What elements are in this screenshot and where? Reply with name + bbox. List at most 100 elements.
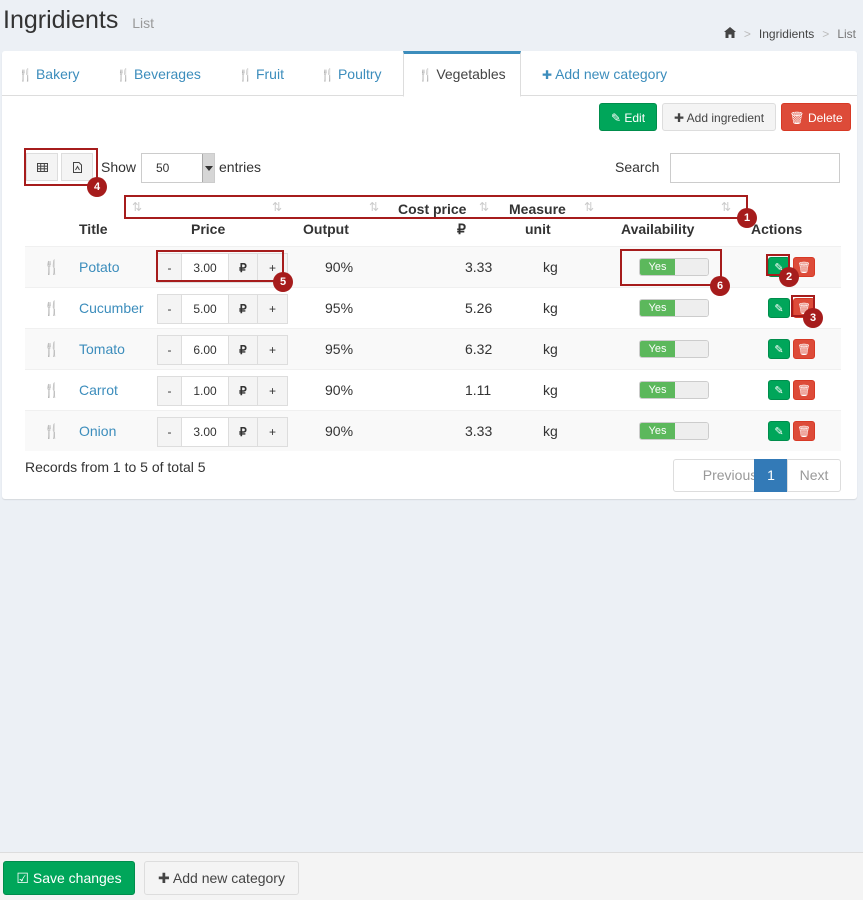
tab-beverages[interactable]: 🍴 Beverages: [116, 51, 201, 95]
toggle-knob: [675, 382, 708, 398]
tab-vegetables[interactable]: 🍴 Vegetables: [403, 51, 521, 97]
row-title-link[interactable]: Potato: [79, 247, 119, 287]
column-header-output[interactable]: Output: [303, 221, 349, 237]
edit-icon: ✎: [774, 426, 784, 438]
decrement-button[interactable]: -: [157, 376, 182, 406]
cutlery-icon: 🍴: [238, 68, 253, 82]
entries-select[interactable]: 50: [141, 153, 215, 183]
table-row: 🍴 Onion - 3.00 ₽ + 90% 3.33 kg Yes ✎ 🗑: [25, 410, 841, 451]
breadcrumb: > Ingridients > List: [723, 27, 856, 41]
page-title: Ingridients: [3, 6, 119, 34]
breadcrumb-list: List: [837, 27, 856, 41]
tab-bakery[interactable]: 🍴 Bakery: [18, 51, 80, 95]
annotation-box-5: [156, 250, 284, 282]
sort-icon[interactable]: ⇅: [132, 200, 142, 214]
add-new-category-button[interactable]: ✚ Add new category: [144, 861, 299, 895]
price-input[interactable]: 1.00: [181, 376, 229, 406]
column-header-actions: Actions: [751, 221, 803, 237]
sort-icon[interactable]: ⇅: [479, 200, 489, 214]
search-input[interactable]: [670, 153, 840, 183]
edit-icon: ✎: [774, 344, 784, 356]
availability-toggle[interactable]: Yes: [639, 299, 709, 317]
row-edit-button[interactable]: ✎: [768, 298, 790, 318]
show-label: Show: [101, 159, 137, 175]
tab-label: Add new category: [555, 66, 668, 82]
row-delete-button[interactable]: 🗑: [793, 380, 815, 400]
row-title-link[interactable]: Tomato: [79, 329, 125, 369]
entries-label: entries: [219, 159, 262, 175]
toggle-knob: [675, 300, 708, 316]
ruble-icon: ₽: [228, 294, 258, 324]
row-title-link[interactable]: Onion: [79, 411, 116, 451]
column-header-availability[interactable]: Availability: [621, 221, 694, 237]
trash-icon: 🗑: [797, 426, 811, 438]
sort-icon[interactable]: ⇅: [272, 200, 282, 214]
delete-label: Delete: [807, 111, 843, 125]
price-input[interactable]: 6.00: [181, 335, 229, 365]
row-delete-button[interactable]: 🗑: [793, 421, 815, 441]
chevron-down-icon: [202, 154, 214, 182]
content-box: 🍴 Bakery 🍴 Beverages 🍴 Fruit 🍴 Poultry 🍴 Vege…: [2, 51, 857, 499]
home-icon[interactable]: [723, 27, 736, 41]
cutlery-icon: 🍴: [320, 68, 335, 82]
edit-label: Edit: [624, 111, 646, 125]
tab-poultry[interactable]: 🍴 Poultry: [320, 51, 382, 95]
ruble-icon: ₽: [228, 376, 258, 406]
cutlery-icon: 🍴: [18, 68, 33, 82]
row-edit-button[interactable]: ✎: [768, 339, 790, 359]
entries-value: 50: [156, 161, 170, 175]
price-input[interactable]: 5.00: [181, 294, 229, 324]
increment-button[interactable]: +: [257, 417, 288, 447]
row-cost: 5.26: [465, 300, 493, 316]
increment-button[interactable]: +: [257, 335, 288, 365]
pagination-page-1[interactable]: 1: [754, 459, 788, 492]
availability-toggle[interactable]: Yes: [639, 422, 709, 440]
cutlery-icon: 🍴: [43, 423, 61, 439]
tab-label: Beverages: [133, 66, 201, 82]
category-tabs: 🍴 Bakery 🍴 Beverages 🍴 Fruit 🍴 Poultry 🍴 Vege…: [2, 51, 857, 97]
column-header-cost-price[interactable]: Cost price: [398, 201, 466, 217]
edit-button[interactable]: ✎ Edit: [599, 103, 657, 131]
cutlery-icon: 🍴: [43, 259, 61, 275]
page-subtitle: List: [132, 15, 155, 31]
column-header-measure[interactable]: Measure: [509, 201, 566, 217]
breadcrumb-ingridients[interactable]: Ingridients: [759, 27, 814, 41]
row-edit-button[interactable]: ✎: [768, 421, 790, 441]
row-title-link[interactable]: Carrot: [79, 370, 118, 410]
cutlery-icon: 🍴: [116, 68, 131, 82]
annotation-badge-5: 5: [273, 272, 293, 292]
availability-toggle[interactable]: Yes: [639, 381, 709, 399]
toggle-knob: [675, 341, 708, 357]
availability-toggle[interactable]: Yes: [639, 340, 709, 358]
price-input[interactable]: 3.00: [181, 417, 229, 447]
increment-button[interactable]: +: [257, 376, 288, 406]
trash-icon: 🗑: [797, 262, 811, 274]
sort-icon[interactable]: ⇅: [584, 200, 594, 214]
decrement-button[interactable]: -: [157, 417, 182, 447]
trash-icon: 🗑: [789, 111, 805, 125]
ruble-icon: ₽: [228, 417, 258, 447]
delete-button[interactable]: 🗑 Delete: [781, 103, 851, 131]
cutlery-icon: 🍴: [43, 341, 61, 357]
save-changes-button[interactable]: ☑ Save changes: [3, 861, 135, 895]
decrement-button[interactable]: -: [157, 335, 182, 365]
row-output: 90%: [325, 382, 354, 398]
annotation-badge-2: 2: [779, 267, 799, 287]
pagination-next[interactable]: Next: [787, 459, 841, 492]
sort-icon[interactable]: ⇅: [369, 200, 379, 214]
tab-fruit[interactable]: 🍴 Fruit: [238, 51, 284, 95]
column-header-title[interactable]: Title: [79, 221, 108, 237]
price-stepper: - 3.00 ₽ +: [157, 417, 288, 447]
row-cost: 3.33: [465, 423, 493, 439]
decrement-button[interactable]: -: [157, 294, 182, 324]
annotation-box-4: [24, 148, 98, 186]
increment-button[interactable]: +: [257, 294, 288, 324]
row-edit-button[interactable]: ✎: [768, 380, 790, 400]
column-header-price[interactable]: Price: [191, 221, 225, 237]
row-delete-button[interactable]: 🗑: [793, 339, 815, 359]
tab-add-new-category[interactable]: ✚ Add new category: [542, 51, 667, 95]
row-title-link[interactable]: Cucumber: [79, 288, 144, 328]
add-ingredient-button[interactable]: ✚ Add ingredient: [662, 103, 776, 131]
sort-icon[interactable]: ⇅: [721, 200, 731, 214]
cutlery-icon: 🍴: [43, 300, 61, 316]
